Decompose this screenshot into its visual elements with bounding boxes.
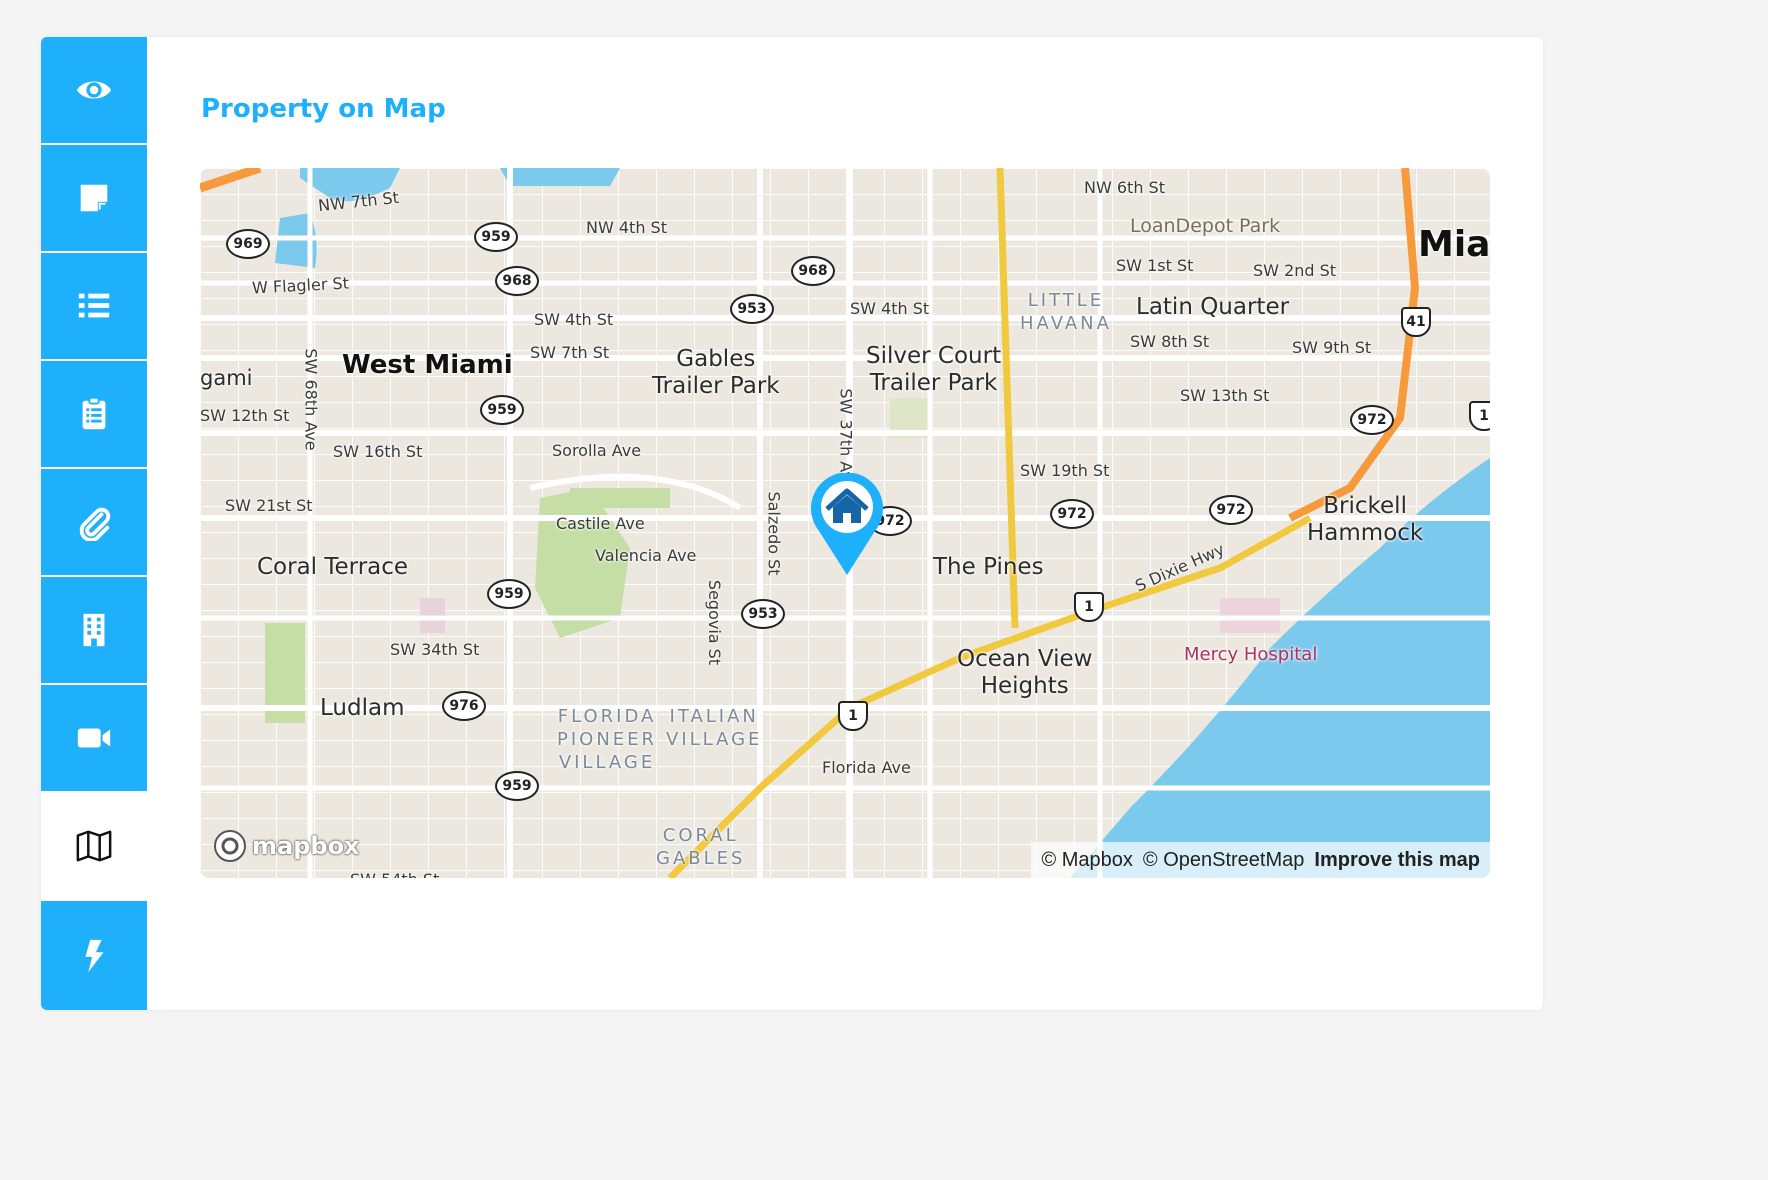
route-shield-959: 959 <box>487 579 531 609</box>
route-shield-976: 976 <box>442 691 486 721</box>
street-label-sw-4th-east: SW 4th St <box>850 299 930 318</box>
property-map[interactable]: West Miami Gables Trailer Park Silver Co… <box>200 168 1490 878</box>
section-sidebar <box>41 37 147 1010</box>
map-icon <box>76 830 112 862</box>
place-label-sweetwater: gami <box>200 366 253 390</box>
sidebar-item-features[interactable] <box>41 361 147 467</box>
route-shield-959: 959 <box>474 222 518 252</box>
improve-map-link[interactable]: Improve this map <box>1314 849 1480 872</box>
sidebar-item-description[interactable] <box>41 145 147 251</box>
sidebar-item-attachments[interactable] <box>41 469 147 575</box>
route-shield-968: 968 <box>791 256 835 286</box>
route-shield-953: 953 <box>730 294 774 324</box>
property-card: Property on Map West Miami Gables Traile… <box>41 37 1543 1010</box>
us-route-shield-41: 41 <box>1401 307 1431 337</box>
mapbox-logo-icon <box>214 830 246 862</box>
clipboard-icon <box>82 396 106 430</box>
osm-attribution-link[interactable]: © OpenStreetMap <box>1143 849 1304 872</box>
place-label-silver-court: Silver Court Trailer Park <box>866 343 1002 396</box>
sidebar-item-map[interactable] <box>41 793 147 899</box>
place-label-ocean-view-heights: Ocean View Heights <box>957 646 1093 699</box>
street-label-sw-4th-west: SW 4th St <box>534 310 614 329</box>
building-icon <box>83 613 105 647</box>
sidebar-item-video[interactable] <box>41 685 147 791</box>
sidebar-item-overview[interactable] <box>41 37 147 143</box>
place-label-gables-trailer-park: Gables Trailer Park <box>652 346 780 399</box>
lightning-icon <box>85 939 104 972</box>
place-label-coral-gables: CORAL GABLES <box>656 825 746 869</box>
street-label-sw-13th: SW 13th St <box>1180 386 1270 405</box>
place-label-florida-pioneer-village: FLORIDA PIONEER VILLAGE <box>557 706 658 773</box>
street-label-sw-7th: SW 7th St <box>530 343 610 362</box>
street-label-sw-2nd: SW 2nd St <box>1253 261 1337 280</box>
place-label-little-havana: LITTLE HAVANA <box>1020 290 1112 334</box>
sidebar-item-details[interactable] <box>41 253 147 359</box>
street-label-sw-12th: SW 12th St <box>200 406 290 425</box>
video-icon <box>77 728 111 748</box>
street-label-nw-4th: NW 4th St <box>586 218 667 237</box>
street-label-castile: Castile Ave <box>556 514 645 533</box>
note-icon <box>80 184 108 212</box>
place-label-latin-quarter: Latin Quarter <box>1136 294 1290 320</box>
us-route-shield-1: 1 <box>1074 592 1104 622</box>
page-title: Property on Map <box>201 94 446 124</box>
route-shield-959: 959 <box>495 771 539 801</box>
property-marker[interactable] <box>809 473 885 577</box>
mapbox-attribution-link[interactable]: © Mapbox <box>1041 849 1132 872</box>
mapbox-logo-text: mapbox <box>252 832 360 860</box>
street-label-salzedo: Salzedo St <box>764 491 784 576</box>
eye-icon <box>76 81 112 99</box>
mapbox-logo[interactable]: mapbox <box>212 828 360 864</box>
place-label-miami: Miami <box>1418 224 1490 265</box>
route-shield-968: 968 <box>495 266 539 296</box>
us-route-shield-1: 1 <box>838 701 868 731</box>
street-label-sw-19th: SW 19th St <box>1020 461 1110 480</box>
place-label-the-pines: The Pines <box>933 554 1044 580</box>
street-label-sw-54th: SW 54th St <box>350 870 439 878</box>
map-attribution: © Mapbox © OpenStreetMap Improve this ma… <box>1031 842 1490 878</box>
route-shield-959: 959 <box>480 395 524 425</box>
street-label-sw-16th: SW 16th St <box>333 442 423 461</box>
place-label-brickell-hammock: Brickell Hammock <box>1307 493 1424 546</box>
street-label-sw-21st: SW 21st St <box>225 496 313 515</box>
place-label-ludlam: Ludlam <box>320 695 405 721</box>
sidebar-item-building[interactable] <box>41 577 147 683</box>
street-label-segovia: Segovia St <box>705 579 725 666</box>
street-label-sw-68th: SW 68th Ave <box>301 348 321 451</box>
street-label-valencia: Valencia Ave <box>595 546 697 565</box>
route-shield-972: 972 <box>1350 405 1394 435</box>
route-shield-953: 953 <box>741 599 785 629</box>
main-content: Property on Map West Miami Gables Traile… <box>147 37 1543 1010</box>
street-label-sorolla: Sorolla Ave <box>552 441 642 460</box>
route-shield-972: 972 <box>1050 499 1094 529</box>
poi-label-loandepot-park: LoanDepot Park <box>1130 215 1281 237</box>
street-label-nw-6th: NW 6th St <box>1084 178 1165 197</box>
street-label-florida-ave: Florida Ave <box>822 758 911 777</box>
route-shield-969: 969 <box>226 229 270 259</box>
street-label-sw-8th: SW 8th St <box>1130 332 1210 351</box>
street-label-sw-9th: SW 9th St <box>1292 338 1372 357</box>
street-label-sw-1st: SW 1st St <box>1116 256 1194 275</box>
street-label-sw-34th: SW 34th St <box>390 640 480 659</box>
poi-label-mercy-hospital: Mercy Hospital <box>1184 644 1318 665</box>
place-label-west-miami: West Miami <box>342 350 513 380</box>
us-route-shield-1: 1 <box>1469 401 1490 431</box>
place-label-italian-village: ITALIAN VILLAGE <box>666 706 763 750</box>
route-shield-972: 972 <box>1209 495 1253 525</box>
sidebar-item-energy[interactable] <box>41 901 147 1010</box>
paperclip-icon <box>79 507 111 541</box>
place-label-coral-terrace: Coral Terrace <box>257 554 409 580</box>
list-icon <box>78 293 110 318</box>
